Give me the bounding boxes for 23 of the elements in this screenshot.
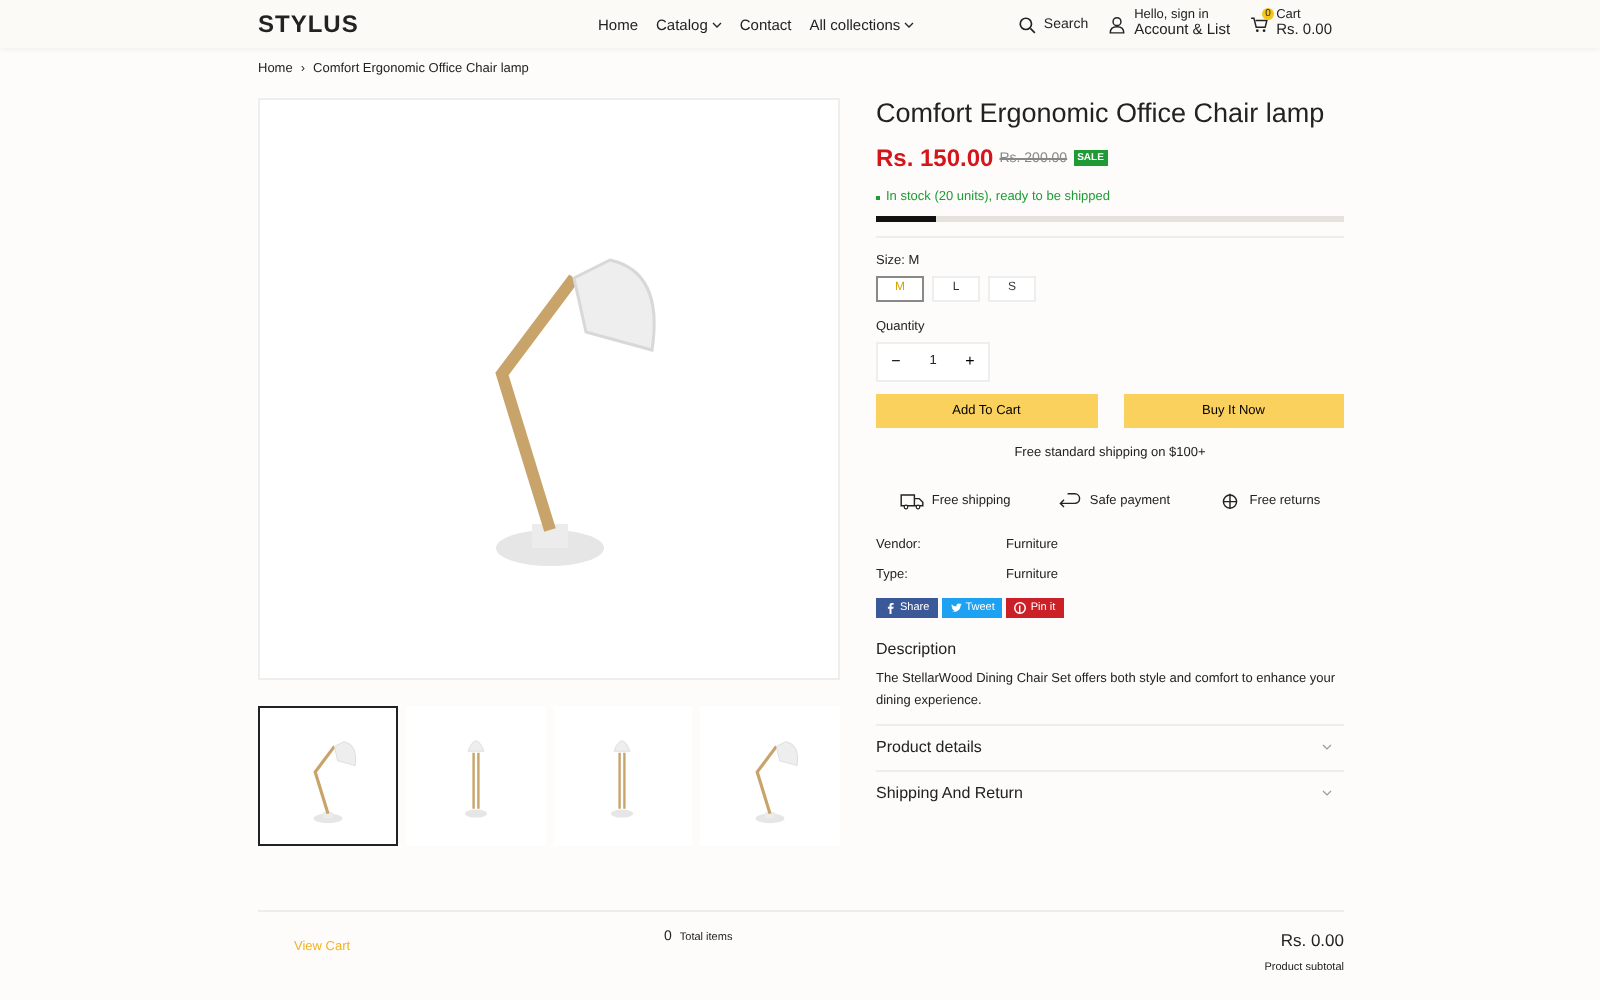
subtotal-amount: Rs. 0.00: [1280, 930, 1344, 950]
thumbnail[interactable]: [258, 706, 398, 846]
bird-icon: [949, 601, 962, 614]
chevron-icon: [1322, 790, 1332, 797]
accordion-header[interactable]: Shipping And Return: [876, 769, 1344, 816]
user-icon[interactable]: [1108, 15, 1127, 33]
cart-icon[interactable]: [1250, 15, 1269, 33]
sale-price: Rs. 150.00: [876, 144, 994, 173]
increase-button[interactable]: +: [952, 352, 988, 371]
decrease-button[interactable]: −: [878, 352, 914, 371]
pin-icon: [1014, 601, 1027, 614]
description-heading: Description: [876, 639, 959, 658]
return-arrow-icon: [1057, 491, 1082, 510]
accordion-header[interactable]: Product details: [876, 723, 1344, 770]
accordion-title: Shipping And Return: [876, 784, 1023, 803]
globe-icon: [1217, 491, 1242, 510]
search-icon[interactable]: [1017, 15, 1036, 33]
truck-icon: [899, 491, 924, 510]
product-title: Comfort Ergonomic Office Chair lamp: [876, 98, 1327, 131]
accordion-title: Product details: [876, 738, 982, 757]
logo[interactable]: STYLUS: [258, 10, 558, 38]
chevron-icon: [1322, 744, 1332, 751]
facebook-icon: [884, 601, 896, 614]
